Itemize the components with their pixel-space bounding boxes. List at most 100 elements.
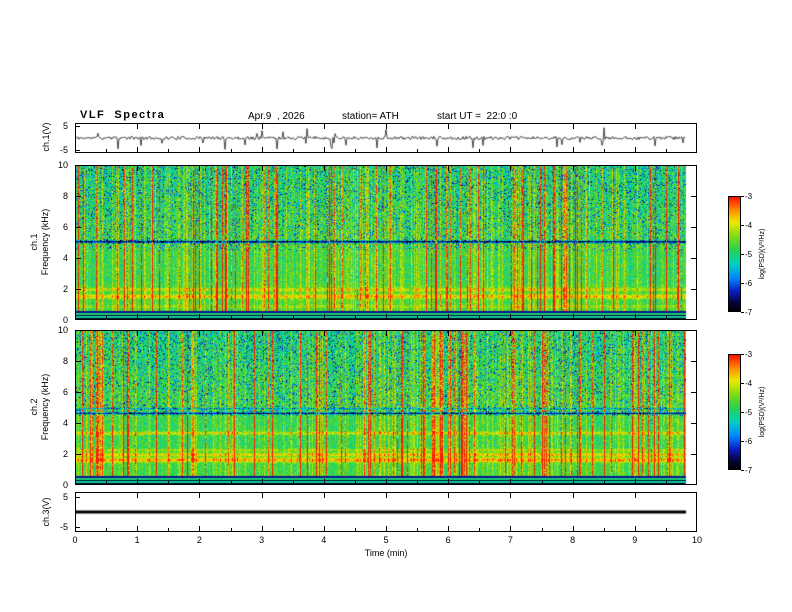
tick-mark bbox=[386, 479, 387, 484]
tick-mark bbox=[741, 441, 744, 442]
x-tick-label: 2 bbox=[196, 535, 202, 545]
ch1-colorbar bbox=[728, 196, 741, 312]
x-tick-label: 4 bbox=[321, 535, 327, 545]
tick-mark bbox=[634, 314, 636, 319]
tick-mark bbox=[572, 314, 574, 319]
tick-mark bbox=[168, 316, 170, 319]
ylabel-text: ch.1 bbox=[29, 233, 39, 251]
ch1-colorbar-label: log(PSD)(V²/Hz) bbox=[759, 204, 769, 304]
colorbar-tick-label: -4 bbox=[745, 379, 753, 388]
tick-mark bbox=[634, 147, 636, 152]
tick-mark bbox=[199, 166, 201, 171]
colorbar-tick-label: -6 bbox=[745, 279, 753, 288]
tick-mark bbox=[199, 493, 201, 498]
tick-mark bbox=[634, 493, 636, 498]
tick-mark bbox=[354, 149, 356, 152]
x-tick-label: 3 bbox=[259, 535, 265, 545]
y-tick-label: 6 bbox=[62, 387, 68, 397]
tick-mark bbox=[572, 166, 574, 171]
tick-mark bbox=[634, 124, 636, 129]
tick-mark bbox=[417, 316, 419, 319]
ch1-voltage-axis-label: ch.1(V) bbox=[41, 107, 53, 167]
tick-mark bbox=[634, 331, 636, 336]
tick-mark bbox=[541, 316, 543, 319]
y-tick-label: 6 bbox=[62, 222, 68, 232]
tick-mark bbox=[137, 147, 139, 152]
tick-mark bbox=[741, 383, 744, 384]
tick-mark bbox=[741, 254, 744, 255]
tick-mark bbox=[323, 147, 325, 152]
tick-mark bbox=[479, 528, 481, 531]
tick-mark bbox=[168, 149, 170, 152]
tick-mark bbox=[510, 166, 512, 171]
tick-mark bbox=[230, 316, 232, 319]
y-tick-label: 5 bbox=[62, 491, 68, 502]
tick-mark bbox=[386, 493, 387, 498]
tick-mark bbox=[691, 361, 696, 362]
tick-mark bbox=[634, 479, 636, 484]
tick-mark bbox=[137, 526, 139, 531]
tick-mark bbox=[417, 481, 419, 484]
tick-mark bbox=[106, 528, 108, 531]
tick-mark bbox=[386, 526, 387, 531]
ch2-spectrogram-panel bbox=[75, 330, 697, 485]
tick-mark bbox=[76, 423, 81, 424]
tick-mark bbox=[292, 316, 294, 319]
tick-mark bbox=[572, 124, 574, 129]
tick-mark bbox=[448, 124, 450, 129]
tick-mark bbox=[76, 392, 81, 393]
tick-mark bbox=[479, 481, 481, 484]
figure-title: VLF Spectra bbox=[80, 109, 166, 121]
y-tick-label: 10 bbox=[57, 325, 68, 335]
tick-mark bbox=[741, 470, 744, 471]
tick-mark bbox=[572, 479, 574, 484]
tick-mark bbox=[261, 493, 263, 498]
tick-mark bbox=[448, 526, 450, 531]
tick-mark bbox=[510, 479, 512, 484]
x-tick-label: 9 bbox=[632, 535, 638, 545]
figure-date: Apr.9 , 2026 bbox=[248, 111, 305, 122]
x-tick-label: 6 bbox=[445, 535, 451, 545]
tick-mark bbox=[572, 147, 574, 152]
tick-mark bbox=[137, 493, 139, 498]
tick-mark bbox=[199, 147, 201, 152]
tick-mark bbox=[106, 149, 108, 152]
tick-mark bbox=[261, 331, 263, 336]
tick-mark bbox=[510, 124, 512, 129]
tick-mark bbox=[510, 147, 512, 152]
x-tick-label: 0 bbox=[72, 535, 78, 545]
tick-mark bbox=[541, 149, 543, 152]
colorbar-tick-label: -3 bbox=[745, 192, 753, 201]
ylabel-text: ch.2 bbox=[29, 398, 39, 416]
x-tick-label: 1 bbox=[134, 535, 140, 545]
y-tick-label: -5 bbox=[59, 144, 68, 155]
ch2-colorbar-canvas bbox=[729, 355, 740, 469]
tick-mark bbox=[691, 227, 696, 228]
figure-station: station= ATH bbox=[342, 111, 399, 122]
tick-mark bbox=[76, 361, 81, 362]
vlf-spectra-figure: VLF Spectra Apr.9 , 2026 station= ATH st… bbox=[0, 0, 792, 612]
colorbar-tick-label: -6 bbox=[745, 437, 753, 446]
tick-mark bbox=[76, 196, 81, 197]
ch1-colorbar-canvas bbox=[729, 197, 740, 311]
tick-mark bbox=[323, 479, 325, 484]
tick-mark bbox=[76, 454, 81, 455]
tick-mark bbox=[137, 314, 139, 319]
tick-mark bbox=[386, 314, 387, 319]
tick-mark bbox=[603, 528, 605, 531]
tick-mark bbox=[665, 481, 667, 484]
tick-mark bbox=[479, 149, 481, 152]
colorbar-tick-label: -5 bbox=[745, 250, 753, 259]
tick-mark bbox=[448, 331, 450, 336]
colorbar-tick-label: -4 bbox=[745, 221, 753, 230]
tick-mark bbox=[691, 392, 696, 393]
tick-mark bbox=[691, 454, 696, 455]
tick-mark bbox=[541, 481, 543, 484]
x-tick-label: 8 bbox=[570, 535, 576, 545]
colorbar-tick-label: -3 bbox=[745, 350, 753, 359]
tick-mark bbox=[510, 314, 512, 319]
tick-mark bbox=[199, 314, 201, 319]
tick-mark bbox=[261, 314, 263, 319]
tick-mark bbox=[76, 289, 81, 290]
tick-mark bbox=[76, 496, 80, 498]
